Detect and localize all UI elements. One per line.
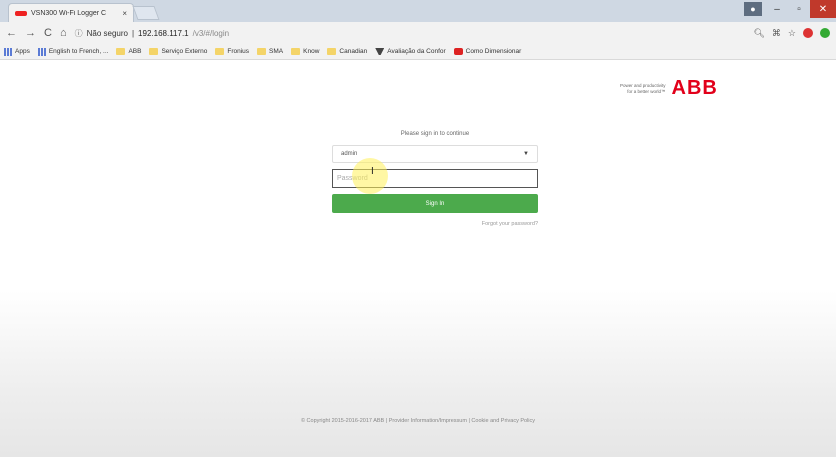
toolbar-icons: 🔍︎ ⌘ ☆ bbox=[753, 28, 830, 39]
home-icon[interactable]: ⌂ bbox=[60, 27, 67, 39]
extension-icon[interactable] bbox=[820, 28, 830, 38]
back-arrow-icon[interactable]: ← bbox=[6, 27, 17, 39]
close-window-button[interactable]: ✕ bbox=[810, 0, 836, 18]
translate-icon bbox=[37, 47, 46, 56]
abb-favicon-icon bbox=[15, 10, 27, 16]
login-form: Please sign in to continue admin ▼ Passw… bbox=[332, 131, 538, 227]
forgot-password-link[interactable]: Forgot your password? bbox=[332, 221, 538, 227]
address-toolbar: ← → C ⌂ ⓘ Não seguro | 192.168.117.1/v3/… bbox=[0, 22, 836, 44]
sign-in-button[interactable]: Sign In bbox=[332, 194, 538, 213]
text-cursor-icon: I bbox=[371, 166, 374, 177]
bookmark-abb[interactable]: ABB bbox=[116, 48, 141, 55]
youtube-icon bbox=[453, 48, 463, 55]
tab-close-icon[interactable]: × bbox=[122, 9, 127, 18]
forward-arrow-icon[interactable]: → bbox=[25, 27, 36, 39]
wt-icon bbox=[375, 48, 385, 55]
bookmark-fronius[interactable]: Fronius bbox=[215, 48, 249, 55]
title-bar: VSN300 Wi-Fi Logger C × ● – ▫ ✕ bbox=[0, 0, 836, 22]
url-separator: | bbox=[131, 28, 135, 38]
address-bar[interactable]: ⓘ Não seguro | 192.168.117.1/v3/#/login bbox=[75, 28, 746, 39]
adblock-extension-icon[interactable] bbox=[803, 28, 813, 38]
maximize-button[interactable]: ▫ bbox=[788, 0, 810, 18]
folder-icon bbox=[215, 48, 225, 55]
brand-header: Power and productivity for a better worl… bbox=[620, 77, 718, 100]
folder-icon bbox=[149, 48, 159, 55]
browser-window: VSN300 Wi-Fi Logger C × ● – ▫ ✕ ← → C ⌂ … bbox=[0, 0, 836, 457]
bookmark-star-icon[interactable]: ☆ bbox=[788, 28, 796, 39]
tab-title: VSN300 Wi-Fi Logger C bbox=[31, 9, 107, 17]
url-host: 192.168.117.1 bbox=[138, 28, 189, 38]
bookmarks-bar: Apps English to French, ... ABB Serviço … bbox=[0, 44, 836, 60]
footer-copyright[interactable]: © Copyright 2015-2016-2017 ABB | Provide… bbox=[0, 418, 836, 424]
browser-tab[interactable]: VSN300 Wi-Fi Logger C × bbox=[8, 3, 134, 22]
apps-grid-icon bbox=[4, 47, 12, 56]
bookmark-apps[interactable]: Apps bbox=[4, 47, 30, 56]
url-path: /v3/#/login bbox=[192, 28, 230, 38]
folder-icon bbox=[291, 48, 301, 55]
window-controls: ● – ▫ ✕ bbox=[744, 0, 836, 22]
translate-page-icon[interactable]: ⌘ bbox=[772, 28, 781, 39]
bookmark-como-dimensionar[interactable]: Como Dimensionar bbox=[453, 48, 521, 55]
folder-icon bbox=[327, 48, 337, 55]
info-icon[interactable]: ⓘ bbox=[75, 28, 83, 39]
bookmark-canadian[interactable]: Canadian bbox=[327, 48, 367, 55]
zoom-icon[interactable]: 🔍︎ bbox=[753, 28, 764, 39]
folder-icon bbox=[116, 48, 126, 55]
login-prompt: Please sign in to continue bbox=[400, 131, 470, 137]
profile-icon[interactable]: ● bbox=[744, 2, 762, 16]
minimize-button[interactable]: – bbox=[766, 0, 788, 18]
login-page: Power and productivity for a better worl… bbox=[0, 61, 836, 457]
abb-logo: ABB bbox=[671, 77, 718, 99]
new-tab-button[interactable] bbox=[132, 6, 160, 20]
bookmark-avaliacao[interactable]: Avaliação da Confor bbox=[375, 48, 446, 55]
security-label: Não seguro bbox=[86, 28, 128, 38]
bookmark-translate[interactable]: English to French, ... bbox=[37, 47, 108, 56]
reload-icon[interactable]: C bbox=[44, 27, 52, 39]
bookmark-know[interactable]: Know bbox=[291, 48, 319, 55]
folder-icon bbox=[257, 48, 267, 55]
brand-tagline: Power and productivity for a better worl… bbox=[620, 82, 666, 94]
dropdown-caret-icon: ▼ bbox=[523, 151, 529, 157]
bookmark-sma[interactable]: SMA bbox=[257, 48, 283, 55]
password-field[interactable]: Password I bbox=[332, 158, 538, 194]
bookmark-servico-externo[interactable]: Serviço Externo bbox=[149, 48, 207, 55]
username-value: admin bbox=[341, 151, 358, 157]
mouse-cursor-highlight bbox=[352, 158, 388, 194]
